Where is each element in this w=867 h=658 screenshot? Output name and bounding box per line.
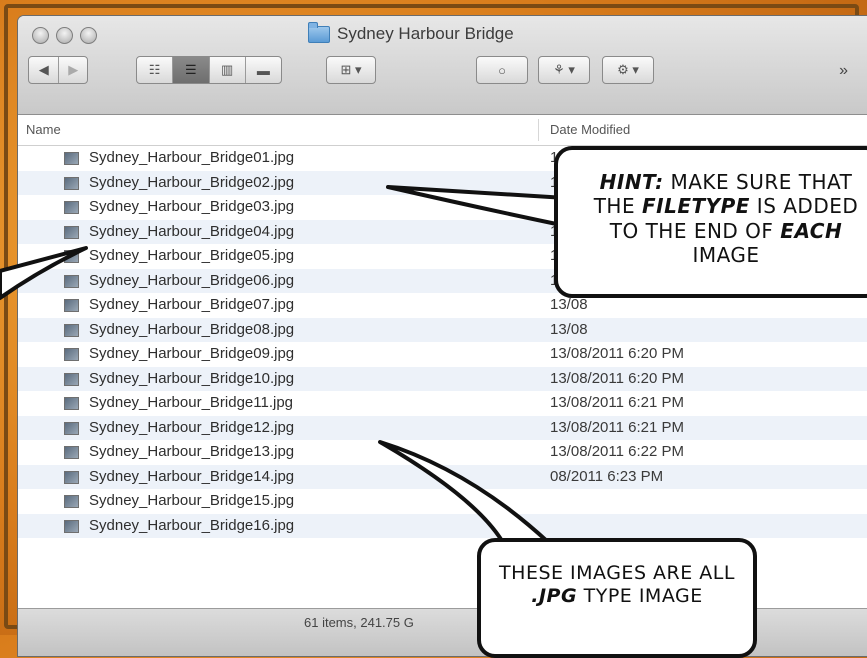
jpg-text-1: These images are all xyxy=(499,562,735,584)
hint-lead: Hint: xyxy=(599,170,664,194)
jpg-emphasis: .jpg xyxy=(531,585,578,608)
hint-emphasis-each: each xyxy=(780,218,843,243)
left-bubble-tail xyxy=(0,246,88,300)
hint-bubble-tail xyxy=(386,185,568,228)
hint-text-3: image xyxy=(692,243,760,268)
jpg-text-2: type image xyxy=(577,585,703,608)
jpg-bubble-tail xyxy=(378,440,550,548)
jpg-speech-bubble: These images are all .jpg type image xyxy=(477,538,757,658)
hint-emphasis-filetype: filetype xyxy=(641,194,750,219)
hint-speech-bubble: Hint: make sure that the filetype is add… xyxy=(554,146,867,298)
